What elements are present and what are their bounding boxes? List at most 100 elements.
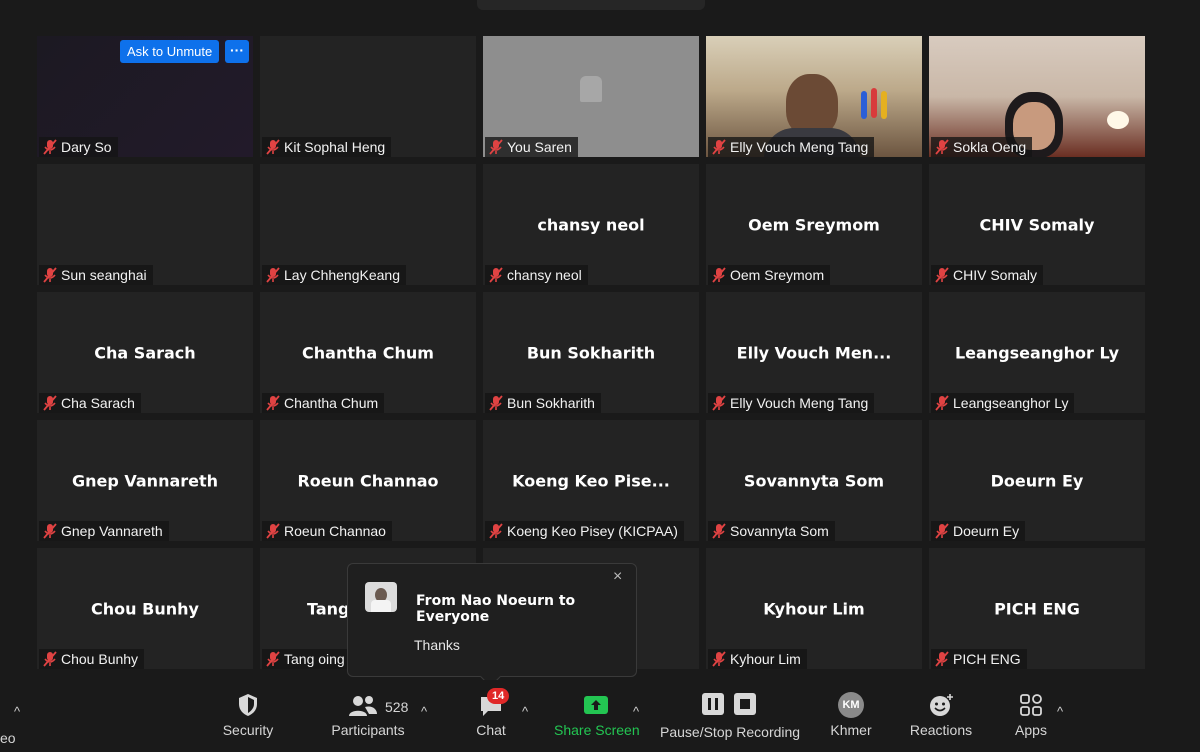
muted-mic-icon bbox=[266, 139, 280, 155]
participant-nameplate: Cha Sarach bbox=[39, 393, 141, 413]
participants-label: Participants bbox=[331, 722, 405, 738]
participant-nameplate: Lay ChhengKeang bbox=[262, 265, 406, 285]
ask-to-unmute-button[interactable]: Ask to Unmute bbox=[120, 40, 220, 63]
apps-options-caret[interactable]: ^ bbox=[1057, 704, 1063, 719]
chat-message: Thanks bbox=[414, 637, 460, 653]
participants-count: 528 bbox=[385, 699, 409, 715]
reactions-label: Reactions bbox=[909, 722, 973, 738]
participant-tile[interactable]: PICH ENG PICH ENG bbox=[929, 548, 1145, 669]
participant-tile[interactable]: Chantha Chum Chantha Chum bbox=[260, 292, 476, 413]
muted-mic-icon bbox=[712, 523, 726, 539]
participant-name: Bun Sokharith bbox=[507, 395, 595, 411]
participant-tile[interactable]: Koeng Keo Pise... Koeng Keo Pisey (KICPA… bbox=[483, 420, 699, 541]
apps-label: Apps bbox=[1015, 722, 1047, 738]
participant-display-name: PICH ENG bbox=[994, 599, 1080, 618]
language-label: Khmer bbox=[830, 722, 872, 738]
security-label: Security bbox=[222, 722, 274, 738]
participant-name: Kit Sophal Heng bbox=[284, 139, 386, 155]
chat-notification-popup[interactable]: From Nao Noeurn to Everyone Thanks × bbox=[347, 563, 637, 688]
participant-tile[interactable]: Gnep Vannareth Gnep Vannareth bbox=[37, 420, 253, 541]
participant-nameplate: Dary So bbox=[39, 137, 118, 157]
muted-mic-icon bbox=[935, 395, 949, 411]
participants-button[interactable]: 528 Participants bbox=[330, 692, 409, 738]
participant-nameplate: You Saren bbox=[485, 137, 578, 157]
participant-display-name: Elly Vouch Men... bbox=[736, 343, 892, 362]
participant-name: Sovannyta Som bbox=[730, 523, 829, 539]
participant-name: PICH ENG bbox=[953, 651, 1021, 667]
participant-display-name: Oem Sreymom bbox=[748, 215, 880, 234]
participant-name: Gnep Vannareth bbox=[61, 523, 163, 539]
participant-tile[interactable]: CHIV Somaly CHIV Somaly bbox=[929, 164, 1145, 285]
participant-nameplate: Koeng Keo Pisey (KICPAA) bbox=[485, 521, 684, 541]
pause-icon[interactable] bbox=[701, 692, 725, 716]
participants-options-caret[interactable]: ^ bbox=[421, 704, 427, 719]
participant-tile[interactable]: Doeurn Ey Doeurn Ey bbox=[929, 420, 1145, 541]
video-options-caret[interactable]: ^ bbox=[14, 704, 20, 719]
participant-tile[interactable]: Kyhour Lim Kyhour Lim bbox=[706, 548, 922, 669]
participant-name: CHIV Somaly bbox=[953, 267, 1038, 283]
security-button[interactable]: Security bbox=[220, 692, 276, 738]
muted-mic-icon bbox=[489, 523, 503, 539]
chat-options-caret[interactable]: ^ bbox=[522, 704, 528, 719]
video-person bbox=[786, 74, 838, 136]
participant-display-name: Sovannyta Som bbox=[743, 471, 885, 490]
shield-icon bbox=[239, 694, 257, 716]
participant-display-name: Kyhour Lim bbox=[763, 599, 865, 618]
participant-nameplate: CHIV Somaly bbox=[931, 265, 1044, 285]
participant-nameplate: Chou Bunhy bbox=[39, 649, 145, 669]
muted-mic-icon bbox=[712, 395, 726, 411]
share-options-caret[interactable]: ^ bbox=[633, 704, 639, 719]
participant-tile[interactable]: Sovannyta Som Sovannyta Som bbox=[706, 420, 922, 541]
participant-name: Roeun Channao bbox=[284, 523, 386, 539]
participant-name: Leangseanghor Ly bbox=[953, 395, 1069, 411]
muted-mic-icon bbox=[43, 651, 57, 667]
participant-name: Sun seanghai bbox=[61, 267, 147, 283]
participant-display-name: Chantha Chum bbox=[302, 343, 434, 362]
close-icon[interactable]: × bbox=[613, 568, 622, 586]
share-screen-label: Share Screen bbox=[554, 722, 640, 738]
participant-tile[interactable]: Sun seanghai bbox=[37, 164, 253, 285]
participant-tile[interactable]: chansy neol chansy neol bbox=[483, 164, 699, 285]
participant-nameplate: Elly Vouch Meng Tang bbox=[708, 393, 875, 413]
participant-tile[interactable]: Elly Vouch Meng Tang bbox=[706, 36, 922, 157]
participant-display-name: Chou Bunhy bbox=[91, 599, 199, 618]
participant-tile[interactable]: Lay ChhengKeang bbox=[260, 164, 476, 285]
muted-mic-icon bbox=[43, 395, 57, 411]
muted-mic-icon bbox=[266, 523, 280, 539]
participant-name: Elly Vouch Meng Tang bbox=[730, 139, 869, 155]
participant-tile[interactable]: Bun Sokharith Bun Sokharith bbox=[483, 292, 699, 413]
video-label-partial[interactable]: eo bbox=[0, 730, 16, 746]
apps-button[interactable]: Apps bbox=[1012, 692, 1050, 738]
participant-name: Lay ChhengKeang bbox=[284, 267, 400, 283]
reactions-button[interactable]: Reactions bbox=[908, 692, 974, 738]
pause-stop-recording-button[interactable]: Pause/Stop Recording bbox=[660, 692, 800, 740]
share-screen-button[interactable]: Share Screen bbox=[554, 692, 640, 738]
participant-name: Doeurn Ey bbox=[953, 523, 1020, 539]
participant-tile[interactable]: Oem Sreymom Oem Sreymom bbox=[706, 164, 922, 285]
participant-tile[interactable]: Leangseanghor Ly Leangseanghor Ly bbox=[929, 292, 1145, 413]
language-interpretation-button[interactable]: KM Khmer bbox=[826, 692, 876, 738]
participant-name: Sokla Oeng bbox=[953, 139, 1027, 155]
participant-name: chansy neol bbox=[507, 267, 582, 283]
participant-nameplate: Elly Vouch Meng Tang bbox=[708, 137, 875, 157]
chat-button[interactable]: 14 Chat bbox=[470, 688, 512, 738]
chat-unread-badge: 14 bbox=[487, 688, 510, 704]
participant-tile[interactable]: Chou Bunhy Chou Bunhy bbox=[37, 548, 253, 669]
participant-tile[interactable]: Roeun Channao Roeun Channao bbox=[260, 420, 476, 541]
participants-icon bbox=[349, 696, 377, 716]
participant-tile[interactable]: Ask to Unmute ··· Dary So bbox=[37, 36, 253, 157]
chat-sender: From Nao Noeurn to Everyone bbox=[416, 593, 576, 625]
participant-tile[interactable]: Elly Vouch Men... Elly Vouch Meng Tang bbox=[706, 292, 922, 413]
participant-tile[interactable]: Kit Sophal Heng bbox=[260, 36, 476, 157]
participant-tile[interactable]: Cha Sarach Cha Sarach bbox=[37, 292, 253, 413]
recording-controls bbox=[660, 692, 798, 718]
muted-mic-icon bbox=[935, 139, 949, 155]
participant-nameplate: Sovannyta Som bbox=[708, 521, 835, 541]
video-logo bbox=[861, 91, 867, 119]
video-logo bbox=[871, 88, 877, 118]
stop-icon[interactable] bbox=[733, 692, 757, 716]
more-options-button[interactable]: ··· bbox=[225, 40, 249, 63]
muted-mic-icon bbox=[43, 267, 57, 283]
participant-tile[interactable]: You Saren bbox=[483, 36, 699, 157]
participant-tile[interactable]: Sokla Oeng bbox=[929, 36, 1145, 157]
